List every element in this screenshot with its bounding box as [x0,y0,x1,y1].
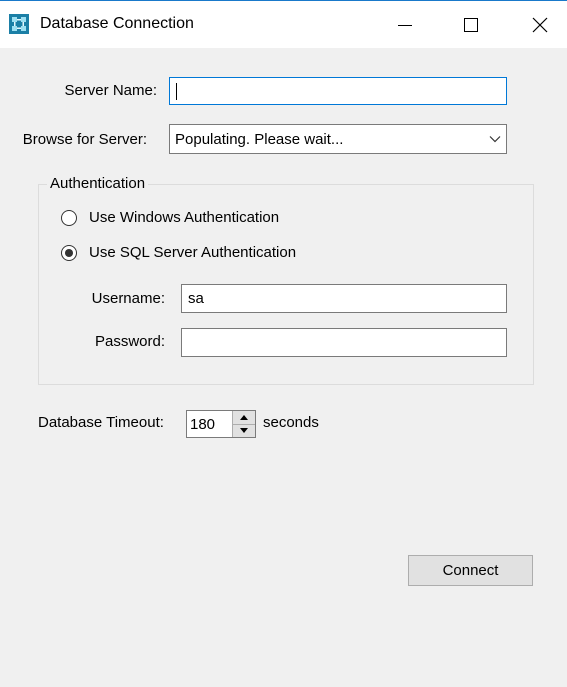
radio-circle-selected [61,244,77,261]
connect-button[interactable]: Connect [408,555,533,586]
stepper-down-button[interactable] [233,423,255,437]
authentication-group-title: Authentication [47,175,149,192]
close-button[interactable] [517,1,563,48]
close-icon [532,17,548,32]
username-input[interactable]: sa [181,284,507,313]
username-label: Username: [91,290,165,307]
windows-auth-label: Use Windows Authentication [89,209,280,226]
windows-auth-radio[interactable]: Use Windows Authentication [61,209,279,226]
triangle-down-icon [240,428,248,434]
maximize-icon [464,17,478,32]
chevron-down-icon [484,135,506,143]
title-bar[interactable]: Database Connection [0,1,567,48]
timeout-stepper[interactable]: 180 [186,410,256,438]
database-timeout-label: Database Timeout: [38,414,164,431]
minimize-icon [398,24,412,26]
text-caret [176,82,177,100]
sql-auth-radio[interactable]: Use SQL Server Authentication [61,244,296,261]
radio-circle [61,209,77,226]
timeout-unit: seconds [263,414,319,431]
browse-server-dropdown[interactable]: Populating. Please wait... [169,124,507,154]
maximize-button[interactable] [448,1,494,48]
server-name-input[interactable] [169,77,507,105]
password-label: Password: [94,333,165,350]
database-app-icon [9,14,29,34]
password-input[interactable] [181,328,507,357]
minimize-button[interactable] [382,1,428,48]
timeout-value: 180 [190,415,216,433]
stepper-up-button[interactable] [233,411,255,424]
triangle-up-icon [240,414,248,420]
server-name-label: Server Name: [64,82,157,99]
browse-server-value: Populating. Please wait... [175,130,344,148]
sql-auth-label: Use SQL Server Authentication [89,244,297,261]
dialog-client-area: Server Name: Browse for Server: Populati… [0,48,567,687]
window-title: Database Connection [40,15,194,32]
browse-server-label: Browse for Server: [22,131,147,148]
